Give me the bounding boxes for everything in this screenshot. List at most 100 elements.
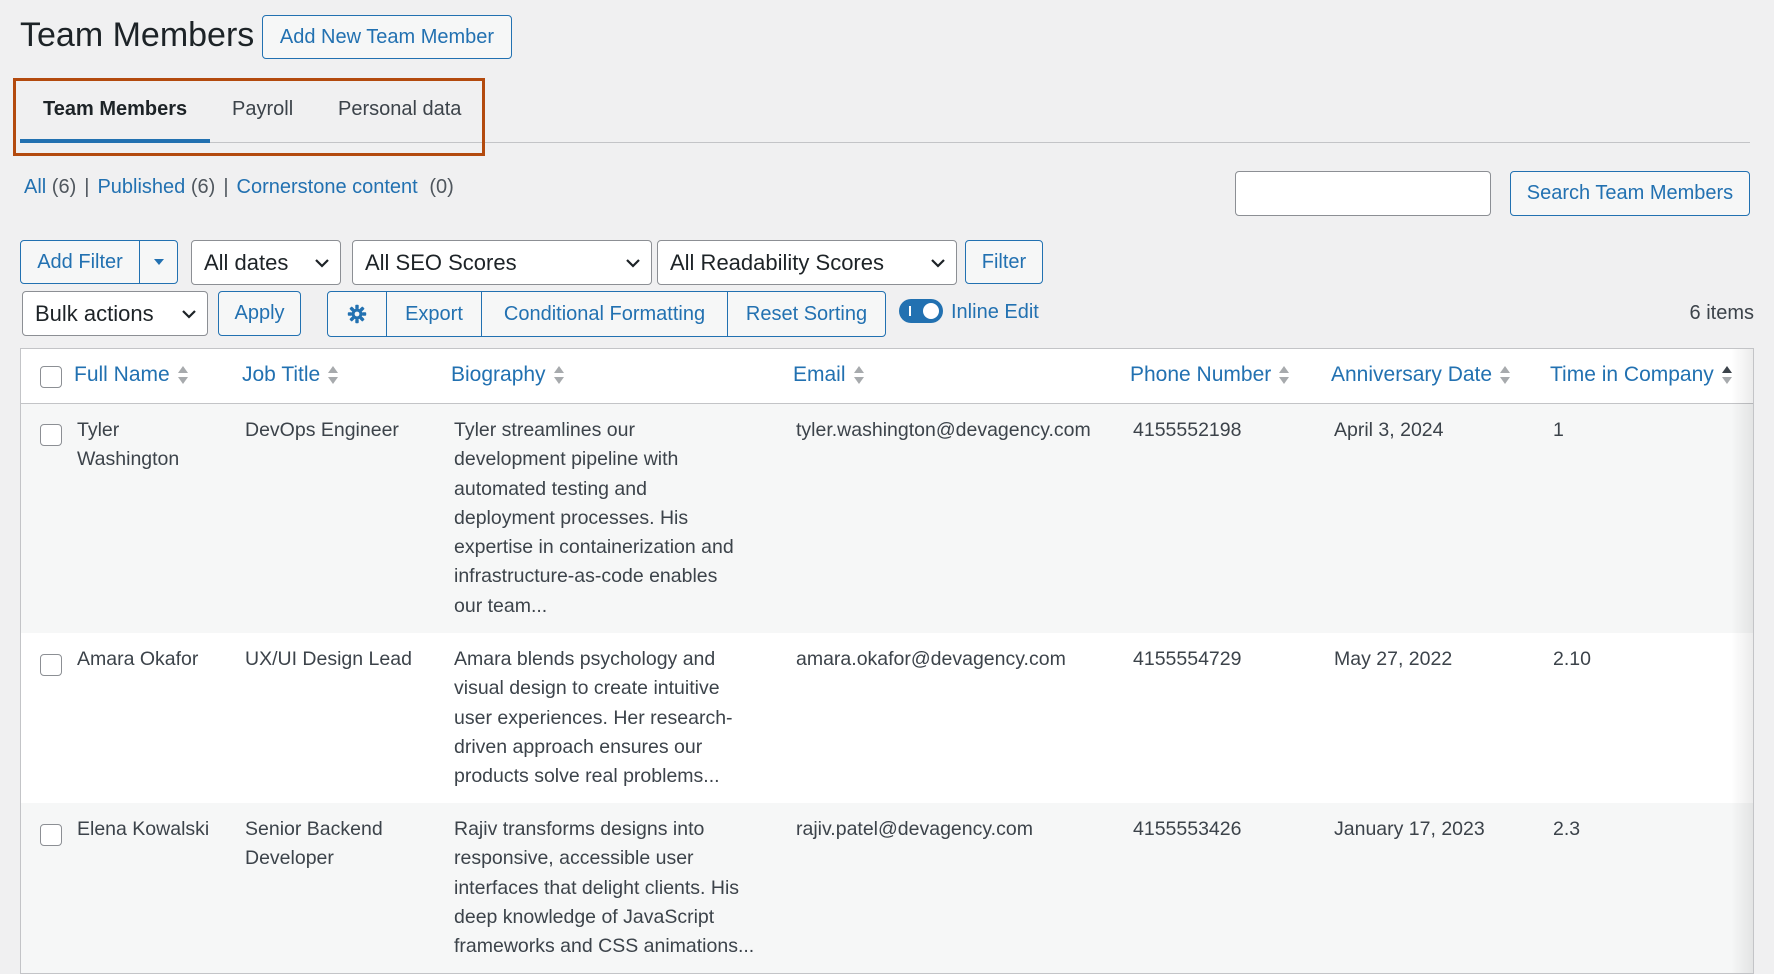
- column-header-biography[interactable]: Biography: [451, 363, 564, 387]
- chevron-down-icon: [931, 258, 945, 268]
- reset-sorting-button[interactable]: Reset Sorting: [728, 292, 885, 336]
- bio-line: Tyler streamlines our: [454, 419, 635, 441]
- column-label: Phone Number: [1130, 363, 1272, 386]
- cell-email[interactable]: amara.okafor@devagency.com: [796, 645, 1066, 674]
- view-published-count: (6): [190, 176, 216, 198]
- cell-biography[interactable]: Rajiv transforms designs into responsive…: [454, 815, 754, 961]
- sort-arrows-icon: [1279, 366, 1290, 384]
- toggle-on-mark: [909, 306, 911, 316]
- column-label: Full Name: [74, 363, 170, 386]
- bio-line: development pipeline with: [454, 448, 679, 471]
- cell-job-title[interactable]: Senior Backend Developer: [245, 815, 383, 874]
- view-separator: |: [223, 176, 229, 198]
- bio-line: Rajiv transforms designs into: [454, 818, 705, 840]
- row-checkbox[interactable]: [40, 824, 62, 846]
- bio-line: products solve real problems...: [454, 765, 720, 788]
- readability-select-value: All Readability Scores: [670, 249, 884, 275]
- cell-anniversary[interactable]: January 17, 2023: [1334, 815, 1485, 844]
- cell-phone[interactable]: 4155553426: [1133, 815, 1241, 844]
- conditional-formatting-button[interactable]: Conditional Formatting: [482, 292, 728, 336]
- bulk-actions-select[interactable]: Bulk actions: [22, 291, 208, 336]
- cell-biography[interactable]: Tyler streamlines our development pipeli…: [454, 416, 734, 621]
- view-all-count: (6): [51, 176, 77, 198]
- inline-edit-toggle[interactable]: [899, 299, 943, 323]
- cell-phone[interactable]: 4155554729: [1133, 645, 1241, 674]
- bio-line: infrastructure-as-code enables: [454, 565, 718, 588]
- table-header: Full Name Job Title Biography Email Phon…: [21, 349, 1753, 404]
- cell-time-in-company[interactable]: 1: [1553, 416, 1564, 445]
- readability-scores-select[interactable]: All Readability Scores: [657, 240, 957, 285]
- column-header-phone-number[interactable]: Phone Number: [1130, 363, 1290, 387]
- select-all-checkbox[interactable]: [40, 366, 62, 388]
- column-label: Time in Company: [1550, 363, 1714, 386]
- column-header-time-in-company[interactable]: Time in Company: [1550, 363, 1732, 387]
- cell-job-title[interactable]: DevOps Engineer: [245, 416, 399, 445]
- view-published-link[interactable]: Published: [97, 176, 185, 198]
- view-separator: |: [84, 176, 90, 198]
- cell-full-name[interactable]: Elena Kowalski: [77, 815, 209, 844]
- cell-anniversary[interactable]: April 3, 2024: [1334, 416, 1444, 445]
- cell-time-in-company[interactable]: 2.10: [1553, 645, 1591, 674]
- toggle-knob: [923, 303, 939, 319]
- filter-button[interactable]: Filter: [965, 240, 1043, 284]
- settings-button[interactable]: [328, 292, 387, 336]
- sort-arrows-icon: [553, 366, 564, 384]
- column-header-full-name[interactable]: Full Name: [74, 363, 188, 387]
- export-button[interactable]: Export: [387, 292, 482, 336]
- cell-full-name[interactable]: Amara Okafor: [77, 645, 198, 674]
- name-line: Elena Kowalski: [77, 818, 210, 840]
- seo-select-value: All SEO Scores: [365, 249, 517, 275]
- cell-job-title[interactable]: UX/UI Design Lead: [245, 645, 412, 674]
- sort-arrows-icon: [1500, 366, 1511, 384]
- column-header-job-title[interactable]: Job Title: [242, 363, 339, 387]
- horizontal-scroll-shadow: [1731, 349, 1753, 973]
- job-line: DevOps Engineer: [245, 419, 399, 441]
- chevron-down-icon: [315, 258, 329, 268]
- add-new-team-member-button[interactable]: Add New Team Member: [262, 15, 512, 59]
- job-line: Developer: [245, 847, 334, 870]
- job-line: UX/UI Design Lead: [245, 648, 412, 670]
- row-checkbox[interactable]: [40, 424, 62, 446]
- add-filter-button[interactable]: Add Filter: [21, 241, 140, 283]
- column-header-email[interactable]: Email: [793, 363, 864, 387]
- status-views: All (6) | Published (6) | Cornerstone conten…: [24, 176, 454, 199]
- bulk-actions-value: Bulk actions: [35, 300, 154, 326]
- cell-time-in-company[interactable]: 2.3: [1553, 815, 1580, 844]
- bio-line: expertise in containerization and: [454, 536, 734, 559]
- cell-phone[interactable]: 4155552198: [1133, 416, 1241, 445]
- cell-biography[interactable]: Amara blends psychology and visual desig…: [454, 645, 733, 791]
- search-input[interactable]: [1235, 171, 1491, 216]
- add-filter-split-button: Add Filter: [20, 240, 178, 284]
- bio-line: our team...: [454, 594, 548, 617]
- column-label: Anniversary Date: [1331, 363, 1493, 386]
- cell-anniversary[interactable]: May 27, 2022: [1334, 645, 1452, 674]
- cell-email[interactable]: tyler.washington@devagency.com: [796, 416, 1091, 445]
- bio-line: interfaces that delight clients. His: [454, 876, 740, 899]
- bio-line: visual design to create intuitive: [454, 677, 720, 700]
- table-tools-group: Export Conditional Formatting Reset Sort…: [327, 291, 886, 337]
- dates-select[interactable]: All dates: [191, 240, 341, 285]
- column-label: Biography: [451, 363, 546, 386]
- search-team-members-button[interactable]: Search Team Members: [1510, 171, 1750, 216]
- bio-line: frameworks and CSS animations...: [454, 935, 755, 958]
- view-all-link[interactable]: All: [24, 176, 46, 198]
- cell-email[interactable]: rajiv.patel@devagency.com: [796, 815, 1033, 844]
- bio-line: responsive, accessible user: [454, 847, 694, 870]
- apply-button[interactable]: Apply: [218, 291, 301, 336]
- sort-arrows-icon: [853, 366, 864, 384]
- cell-full-name[interactable]: Tyler Washington: [77, 416, 179, 475]
- team-members-table: Full Name Job Title Biography Email Phon…: [20, 348, 1754, 974]
- view-cornerstone-link[interactable]: Cornerstone content: [237, 176, 418, 198]
- bio-line: Amara blends psychology and: [454, 648, 716, 670]
- row-checkbox[interactable]: [40, 654, 62, 676]
- seo-scores-select[interactable]: All SEO Scores: [352, 240, 652, 285]
- view-cornerstone-count: (0): [429, 176, 454, 198]
- inline-edit-label[interactable]: Inline Edit: [951, 301, 1039, 324]
- column-header-anniversary-date[interactable]: Anniversary Date: [1331, 363, 1511, 387]
- add-filter-dropdown-toggle[interactable]: [140, 241, 177, 283]
- sort-arrows-icon: [177, 366, 188, 384]
- bio-line: deployment processes. His: [454, 506, 689, 529]
- name-line: Tyler: [77, 419, 120, 441]
- chevron-down-icon: [182, 309, 196, 319]
- table-row: Elena Kowalski Senior Backend Developer …: [21, 803, 1753, 973]
